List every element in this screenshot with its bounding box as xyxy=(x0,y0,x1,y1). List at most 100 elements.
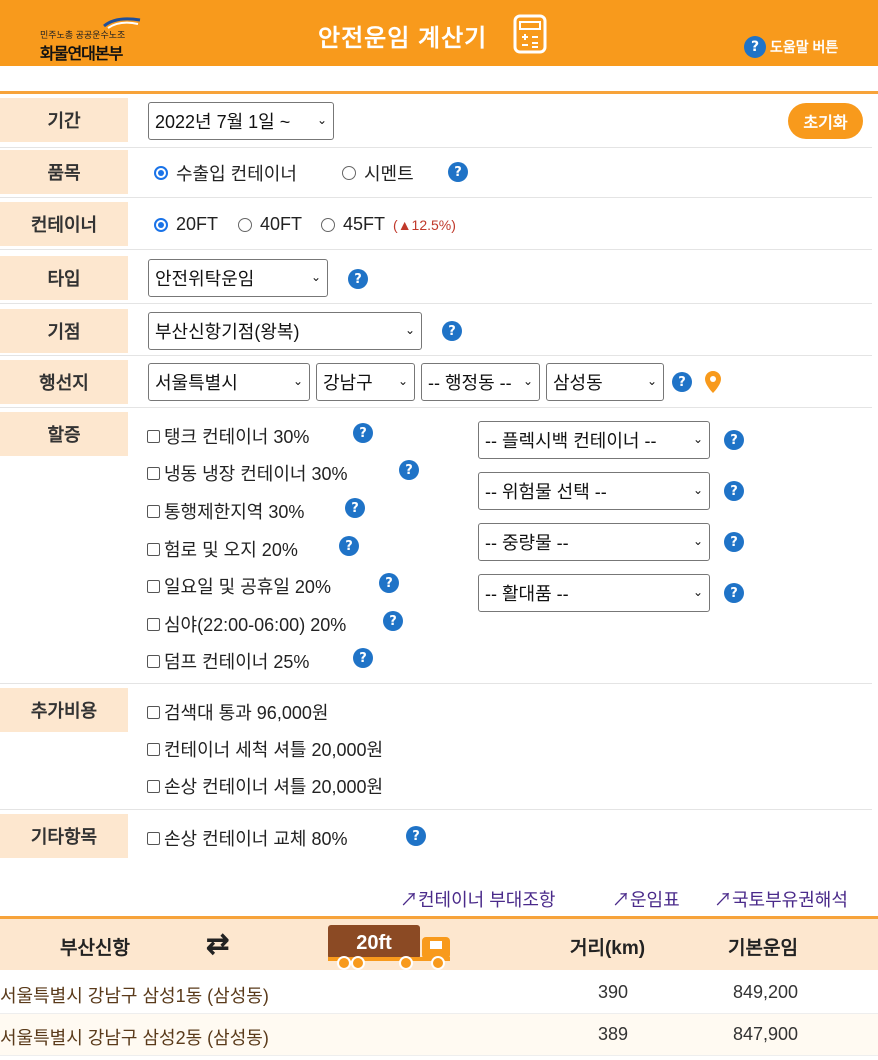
type-select[interactable]: 안전위탁운임 ⌄ xyxy=(148,259,328,297)
hazmat-select[interactable]: -- 위험물 선택 -- ⌄ xyxy=(478,472,710,510)
link-fare-table[interactable]: ↗운임표 xyxy=(612,886,680,912)
radio-dot xyxy=(321,217,335,232)
help-icon[interactable]: ? xyxy=(353,648,373,668)
type-label: 타입 xyxy=(0,256,128,300)
help-icon[interactable]: ? xyxy=(672,372,692,392)
origin-label: 기점 xyxy=(0,309,128,353)
dong-select[interactable]: 삼성동 ⌄ xyxy=(546,363,664,401)
chevron-down-icon: ⌄ xyxy=(292,374,303,388)
origin-select[interactable]: 부산신항기점(왕복) ⌄ xyxy=(148,312,422,350)
swap-icon[interactable]: ⇄ xyxy=(206,927,229,960)
radio-dot xyxy=(154,217,168,232)
destination-row: 행선지 서울특별시 ⌄ 강남구 ⌄ -- 행정동 -- ⌄ 삼성동 ⌄ ? xyxy=(0,356,872,408)
check-dump-container[interactable]: 덤프 컨테이너 25% xyxy=(147,648,309,674)
surcharge-label: 할증 xyxy=(0,412,128,456)
map-pin-icon[interactable] xyxy=(704,370,722,394)
chevron-down-icon: ⌄ xyxy=(646,374,657,388)
result-fare: 847,900 xyxy=(733,1024,799,1044)
district-select[interactable]: 강남구 ⌄ xyxy=(316,363,415,401)
help-icon[interactable]: ? xyxy=(399,460,419,480)
help-icon[interactable]: ? xyxy=(724,481,744,501)
link-container-clause[interactable]: ↗컨테이너 부대조항 xyxy=(400,886,555,912)
help-icon[interactable]: ? xyxy=(724,430,744,450)
check-container-replace[interactable]: 손상 컨테이너 교체 80% xyxy=(147,825,348,851)
check-holiday[interactable]: 일요일 및 공휴일 20% xyxy=(147,573,331,599)
help-icon[interactable]: ? xyxy=(724,583,744,603)
help-icon[interactable]: ? xyxy=(339,536,359,556)
result-origin: 부산신항 xyxy=(60,938,130,959)
chevron-down-icon: ⌄ xyxy=(522,374,533,388)
check-wash-shuttle[interactable]: 컨테이너 세척 셔틀 20,000원 xyxy=(147,736,383,762)
type-row: 타입 안전위탁운임 ⌄ ? xyxy=(0,250,872,304)
help-icon[interactable]: ? xyxy=(724,532,744,552)
check-reefer-container[interactable]: 냉동 냉장 컨테이너 30% xyxy=(147,460,348,486)
radio-export-container[interactable]: 수출입 컨테이너 xyxy=(154,160,297,186)
radio-cement[interactable]: 시멘트 xyxy=(342,160,414,186)
heavy-cargo-select[interactable]: -- 중량물 -- ⌄ xyxy=(478,523,710,561)
help-icon[interactable]: ? xyxy=(345,498,365,518)
truck-icon: 20ft xyxy=(328,925,450,970)
result-distance: 390 xyxy=(598,982,629,1002)
help-button[interactable]: ? 도움말 버튼 xyxy=(744,36,838,58)
help-icon[interactable]: ? xyxy=(353,423,373,443)
result-header: 부산신항 ⇄ 20ft 거리(km) 기본운임 xyxy=(0,916,878,970)
item-label: 품목 xyxy=(0,150,128,194)
surcharge-note: (▲12.5%) xyxy=(393,216,456,233)
chevron-down-icon: ⌄ xyxy=(404,323,415,337)
app-header: 민주노총 공공운수노조 화물연대본부 안전운임 계산기 ? 도움말 버튼 xyxy=(0,0,878,66)
chevron-down-icon: ⌄ xyxy=(692,534,703,548)
chevron-down-icon: ⌄ xyxy=(397,374,408,388)
origin-row: 기점 부산신항기점(왕복) ⌄ ? xyxy=(0,304,872,356)
section-divider xyxy=(0,91,878,94)
help-icon[interactable]: ? xyxy=(442,321,462,341)
radio-dot xyxy=(154,166,168,180)
radio-45ft[interactable]: 45FT (▲12.5%) xyxy=(321,214,456,235)
chevron-down-icon: ⌄ xyxy=(692,483,703,497)
period-select[interactable]: 2022년 7월 1일 ~ ⌄ xyxy=(148,102,334,140)
distance-header: 거리(km) xyxy=(570,938,646,959)
table-row[interactable]: 서울특별시 강남구 삼성2동 (삼성동) 389 847,900 xyxy=(0,1014,878,1056)
result-place: 서울특별시 강남구 삼성2동 (삼성동) xyxy=(0,1028,269,1048)
extra-cost-row: 추가비용 검색대 통과 96,000원 컨테이너 세척 셔틀 20,000원 손… xyxy=(0,684,872,810)
chevron-down-icon: ⌄ xyxy=(692,432,703,446)
other-row: 기타항목 손상 컨테이너 교체 80% ? xyxy=(0,810,872,862)
destination-label: 행선지 xyxy=(0,360,128,404)
help-button-label: 도움말 버튼 xyxy=(770,39,839,55)
oversized-select[interactable]: -- 활대품 -- ⌄ xyxy=(478,574,710,612)
chevron-down-icon: ⌄ xyxy=(316,113,327,127)
radio-40ft[interactable]: 40FT xyxy=(238,214,302,235)
table-row[interactable]: 서울특별시 강남구 삼성1동 (삼성동) 390 849,200 xyxy=(0,972,878,1014)
other-label: 기타항목 xyxy=(0,814,128,858)
surcharge-row: 할증 탱크 컨테이너 30% ? 냉동 냉장 컨테이너 30% ? 통행제한지역… xyxy=(0,408,872,684)
check-damaged-shuttle[interactable]: 손상 컨테이너 셔틀 20,000원 xyxy=(147,773,383,799)
result-fare: 849,200 xyxy=(733,982,799,1002)
check-tank-container[interactable]: 탱크 컨테이너 30% xyxy=(147,423,309,449)
help-icon: ? xyxy=(744,36,766,58)
help-icon[interactable]: ? xyxy=(348,269,368,289)
check-restricted-area[interactable]: 통행제한지역 30% xyxy=(147,498,304,524)
link-ministry-interpretation[interactable]: ↗국토부유권해석 xyxy=(714,886,848,912)
help-icon[interactable]: ? xyxy=(383,611,403,631)
truck-label: 20ft xyxy=(356,932,392,954)
radio-dot xyxy=(238,217,252,232)
item-row: 품목 수출입 컨테이너 시멘트 ? xyxy=(0,148,872,198)
radio-dot xyxy=(342,166,356,180)
flexibag-select[interactable]: -- 플렉시백 컨테이너 -- ⌄ xyxy=(478,421,710,459)
check-rough-road[interactable]: 험로 및 오지 20% xyxy=(147,536,298,562)
city-select[interactable]: 서울특별시 ⌄ xyxy=(148,363,310,401)
help-icon[interactable]: ? xyxy=(406,826,426,846)
check-late-night[interactable]: 심야(22:00-06:00) 20% xyxy=(147,611,346,637)
container-label: 컨테이너 xyxy=(0,202,128,246)
union-logo: 민주노총 공공운수노조 화물연대본부 xyxy=(40,14,150,63)
radio-20ft[interactable]: 20FT xyxy=(154,214,218,235)
fare-header: 기본운임 xyxy=(728,938,798,959)
admin-dong-select[interactable]: -- 행정동 -- ⌄ xyxy=(421,363,540,401)
period-row: 기간 2022년 7월 1일 ~ ⌄ xyxy=(0,96,872,148)
calculator-icon xyxy=(513,14,547,54)
help-icon[interactable]: ? xyxy=(448,162,468,182)
container-row: 컨테이너 20FT 40FT 45FT (▲12.5%) xyxy=(0,198,872,250)
check-inspection[interactable]: 검색대 통과 96,000원 xyxy=(147,699,328,725)
reset-button[interactable]: 초기화 xyxy=(788,103,863,139)
help-icon[interactable]: ? xyxy=(379,573,399,593)
logo-title: 화물연대본부 xyxy=(40,46,123,63)
